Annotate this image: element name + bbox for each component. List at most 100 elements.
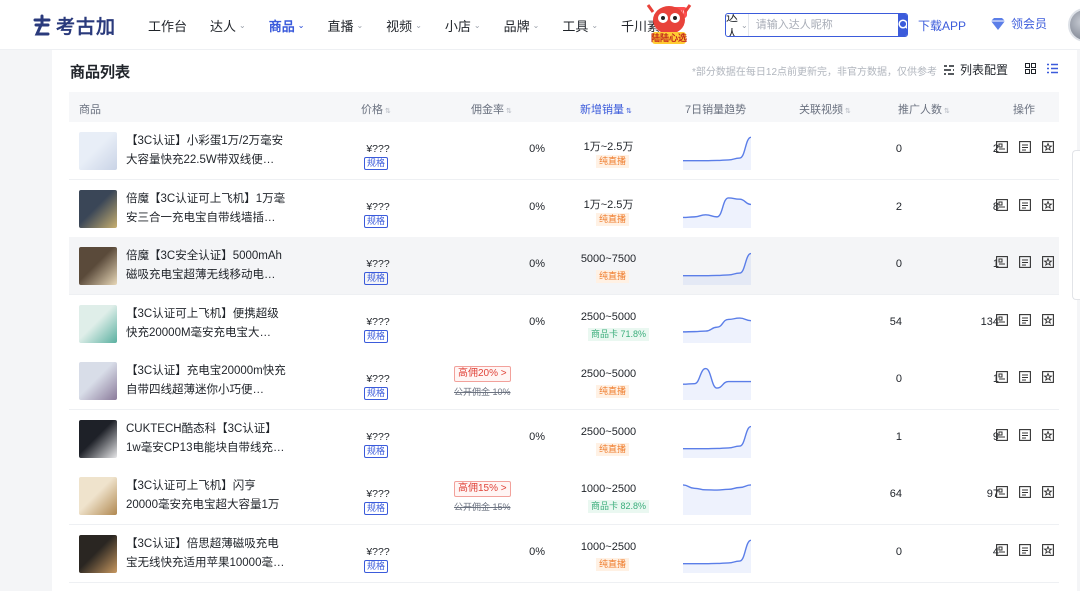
product-thumbnail[interactable] bbox=[79, 534, 117, 573]
sales-trend-sparkline[interactable] bbox=[682, 533, 752, 573]
price-value: ¥??? bbox=[366, 315, 390, 328]
promo-mascot-icon[interactable]: 陆陆心选 bbox=[640, 2, 698, 46]
search-button[interactable] bbox=[897, 14, 907, 36]
side-panel-handle[interactable] bbox=[1072, 150, 1080, 300]
header-price-label: 价格 bbox=[361, 104, 383, 116]
header-new-sales-label: 新增销量 bbox=[580, 104, 624, 116]
grid-view-icon[interactable] bbox=[1025, 63, 1036, 74]
detail-icon[interactable] bbox=[1019, 543, 1031, 556]
table-row[interactable]: 【3C认证可上飞机】便携超级快充20000M毫安充电宝大… ¥??? 规格 0% 250… bbox=[69, 294, 1059, 353]
sales-trend-sparkline[interactable] bbox=[682, 418, 752, 458]
sales-trend-sparkline[interactable] bbox=[682, 303, 752, 343]
product-name[interactable]: 【3C认证可上飞机】便携超级快充20000M毫安充电宝大… bbox=[126, 305, 286, 343]
favorite-icon[interactable] bbox=[1042, 371, 1054, 383]
sales-channel-tag: 纯直播 bbox=[596, 557, 630, 571]
detail-icon[interactable] bbox=[1019, 313, 1031, 326]
poster-icon[interactable] bbox=[996, 486, 1008, 498]
product-thumbnail[interactable] bbox=[79, 132, 117, 170]
poster-icon[interactable] bbox=[996, 198, 1008, 211]
spec-link[interactable]: 规格 bbox=[364, 502, 389, 515]
nav-item[interactable]: 工具 ⌄ bbox=[562, 16, 598, 35]
product-thumbnail[interactable] bbox=[79, 477, 117, 515]
product-thumbnail[interactable] bbox=[79, 189, 117, 228]
search-scope-label: 达人 bbox=[726, 13, 739, 37]
high-commission-badge[interactable]: 高佣20% > bbox=[454, 366, 511, 382]
table-row[interactable]: 倍魔【3C安全认证】5000mAh磁吸充电宝超薄无线移动电… ¥??? 规格 0% 50… bbox=[69, 237, 1059, 295]
product-name[interactable]: 【3C认证可上飞机】闪亨20000毫安充电宝超大容量1万自… bbox=[126, 477, 286, 515]
favorite-icon[interactable] bbox=[1042, 543, 1054, 556]
header-price[interactable]: 价格 ⇅ bbox=[361, 101, 391, 117]
favorite-icon[interactable] bbox=[1042, 256, 1054, 268]
header-related-videos[interactable]: 关联视频 ⇅ bbox=[799, 101, 851, 117]
chevron-down-icon: ⌄ bbox=[532, 20, 540, 30]
favorite-icon[interactable] bbox=[1042, 486, 1054, 498]
poster-icon[interactable] bbox=[996, 428, 1008, 441]
table-row[interactable]: 【3C认证】充电宝20000m快充自带四线超薄迷你小巧便… ¥??? 规格 高佣20%… bbox=[69, 352, 1059, 410]
nav-item[interactable]: 达人 ⌄ bbox=[210, 16, 246, 35]
list-view-icon[interactable] bbox=[1047, 63, 1058, 74]
spec-link[interactable]: 规格 bbox=[364, 272, 389, 285]
sales-channel-tag: 纯直播 bbox=[596, 270, 630, 283]
product-thumbnail[interactable] bbox=[79, 247, 117, 285]
product-name[interactable]: 【3C认证】小彩蛋1万/2万毫安大容量快充22.5W带双线便… bbox=[126, 132, 286, 170]
table-row[interactable]: 倍魔【3C认证可上飞机】1万毫安三合一充电宝自带线墙插… ¥??? 规格 0% 1万~2… bbox=[69, 179, 1059, 238]
download-app-link[interactable]: 下载APP bbox=[918, 17, 966, 34]
sales-trend-sparkline[interactable] bbox=[682, 360, 752, 400]
favorite-icon[interactable] bbox=[1042, 198, 1054, 211]
poster-icon[interactable] bbox=[996, 256, 1008, 268]
product-thumbnail[interactable] bbox=[79, 304, 117, 343]
new-sales-value: 1000~2500 bbox=[580, 483, 637, 495]
favorite-icon[interactable] bbox=[1042, 141, 1054, 153]
nav-item[interactable]: 商品 ⌄ bbox=[269, 16, 305, 35]
detail-icon[interactable] bbox=[1019, 371, 1031, 383]
search-input[interactable] bbox=[748, 14, 898, 36]
table-row[interactable]: 【3C认证】倍思超薄磁吸充电宝无线快充适用苹果10000毫… ¥??? 规格 0% 10… bbox=[69, 524, 1059, 583]
product-name[interactable]: 【3C认证】充电宝20000m快充自带四线超薄迷你小巧便… bbox=[126, 362, 286, 400]
table-row[interactable]: CUKTECH酷态科【3C认证】1w毫安CP13电能块自带线充… ¥??? 规格 0%… bbox=[69, 409, 1059, 468]
high-commission-badge[interactable]: 高佣15% > bbox=[454, 481, 511, 497]
spec-link[interactable]: 规格 bbox=[364, 444, 389, 458]
spec-link[interactable]: 规格 bbox=[364, 559, 389, 573]
nav-item[interactable]: 视频 ⌄ bbox=[386, 16, 422, 35]
table-row[interactable]: 【3C认证可上飞机】闪亨20000毫安充电宝超大容量1万自… ¥??? 规格 高佣15… bbox=[69, 467, 1059, 525]
poster-icon[interactable] bbox=[996, 313, 1008, 326]
spec-link[interactable]: 规格 bbox=[364, 387, 389, 400]
product-name[interactable]: 倍魔【3C安全认证】5000mAh磁吸充电宝超薄无线移动电… bbox=[126, 247, 286, 285]
vip-button[interactable]: 领会员 bbox=[990, 15, 1047, 32]
sales-trend-sparkline[interactable] bbox=[682, 475, 752, 515]
spec-link[interactable]: 规格 bbox=[364, 214, 389, 228]
avatar[interactable] bbox=[1068, 8, 1080, 42]
nav-item[interactable]: 工作台 bbox=[148, 16, 187, 35]
sales-trend-sparkline[interactable] bbox=[682, 245, 752, 285]
detail-icon[interactable] bbox=[1019, 141, 1031, 153]
detail-icon[interactable] bbox=[1019, 486, 1031, 498]
header-commission[interactable]: 佣金率 ⇅ bbox=[471, 101, 512, 117]
nav-item[interactable]: 小店 ⌄ bbox=[445, 16, 481, 35]
poster-icon[interactable] bbox=[996, 543, 1008, 556]
search-scope-select[interactable]: 达人 ⌄ bbox=[726, 14, 749, 36]
favorite-icon[interactable] bbox=[1042, 313, 1054, 326]
favorite-icon[interactable] bbox=[1042, 428, 1054, 441]
logo[interactable]: 考古加 bbox=[32, 12, 116, 39]
product-name[interactable]: CUKTECH酷态科【3C认证】1w毫安CP13电能块自带线充… bbox=[126, 420, 286, 458]
header-new-sales[interactable]: 新增销量 ⇅ bbox=[580, 101, 632, 117]
table-row[interactable]: 【3C认证】小彩蛋1万/2万毫安大容量快充22.5W带双线便… ¥??? 规格 0% 1… bbox=[69, 122, 1059, 180]
price-value: ¥??? bbox=[366, 200, 390, 213]
nav-item[interactable]: 品牌 ⌄ bbox=[504, 16, 540, 35]
product-name[interactable]: 【3C认证】倍思超薄磁吸充电宝无线快充适用苹果10000毫… bbox=[126, 535, 286, 573]
detail-icon[interactable] bbox=[1019, 198, 1031, 211]
sales-trend-sparkline[interactable] bbox=[682, 130, 752, 170]
poster-icon[interactable] bbox=[996, 141, 1008, 153]
product-thumbnail[interactable] bbox=[79, 362, 117, 400]
poster-icon[interactable] bbox=[996, 371, 1008, 383]
nav-item[interactable]: 直播 ⌄ bbox=[327, 16, 363, 35]
spec-link[interactable]: 规格 bbox=[364, 157, 389, 170]
product-thumbnail[interactable] bbox=[79, 419, 117, 458]
spec-link[interactable]: 规格 bbox=[364, 329, 389, 343]
detail-icon[interactable] bbox=[1019, 428, 1031, 441]
header-promoters[interactable]: 推广人数 ⇅ bbox=[898, 101, 950, 117]
sales-trend-sparkline[interactable] bbox=[682, 188, 752, 228]
product-name[interactable]: 倍魔【3C认证可上飞机】1万毫安三合一充电宝自带线墙插… bbox=[126, 190, 286, 228]
column-config-button[interactable]: 列表配置 bbox=[943, 61, 1008, 78]
detail-icon[interactable] bbox=[1019, 256, 1031, 268]
